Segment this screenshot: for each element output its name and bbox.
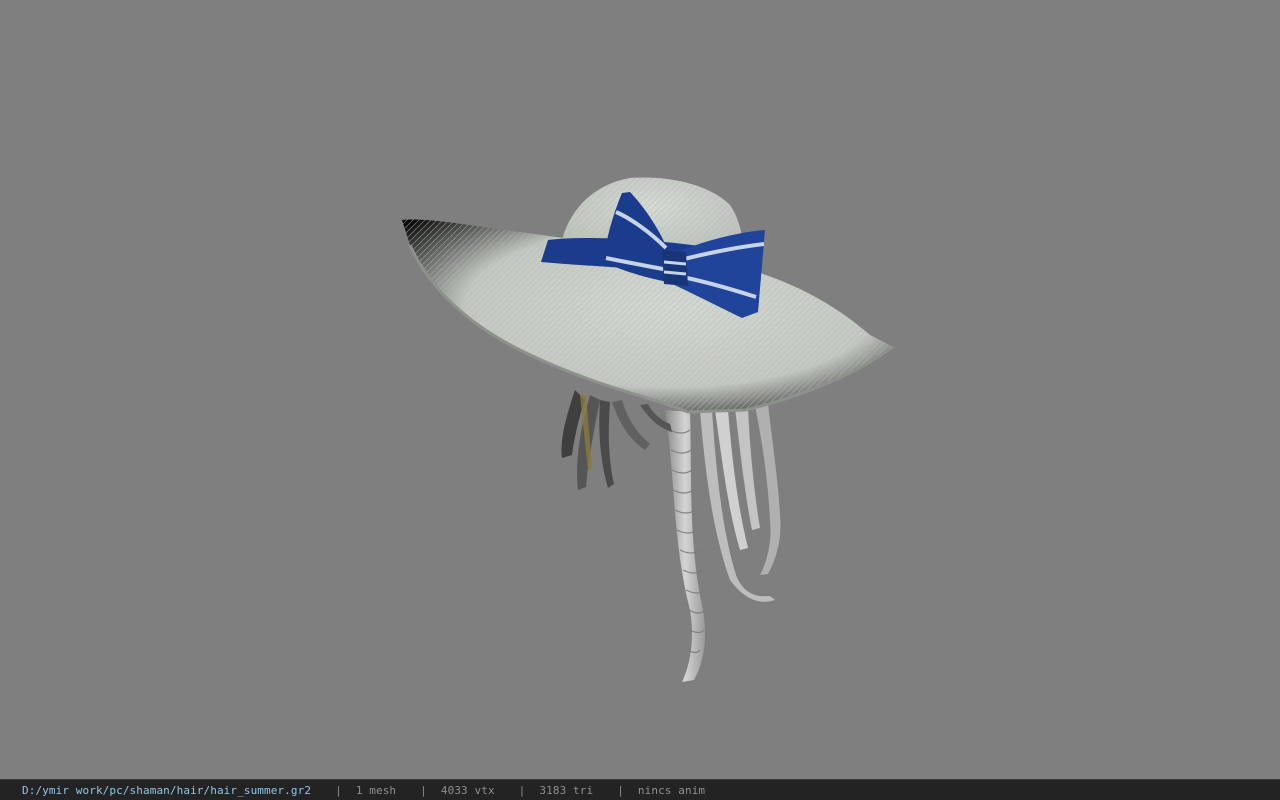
status-separator: | [335,783,342,797]
status-separator: | [518,783,526,797]
model-render [402,177,894,682]
vertex-count-label: 4033 vtx [440,783,495,797]
hair-long-strands [640,404,781,602]
status-separator: | [617,783,624,797]
mesh-count-label: 1 mesh [355,783,397,797]
animation-status-label: nincs anim [637,783,706,797]
file-path-label: D:/ymir work/pc/shaman/hair/hair_summer.… [22,783,312,797]
hair-braid [665,410,706,682]
status-separator: | [420,783,427,797]
hair-back-left [561,390,650,490]
status-bar: D:/ymir work/pc/shaman/hair/hair_summer.… [0,779,1280,800]
triangle-count-label: 3183 tri [539,783,594,797]
3d-viewport[interactable] [0,0,1280,779]
